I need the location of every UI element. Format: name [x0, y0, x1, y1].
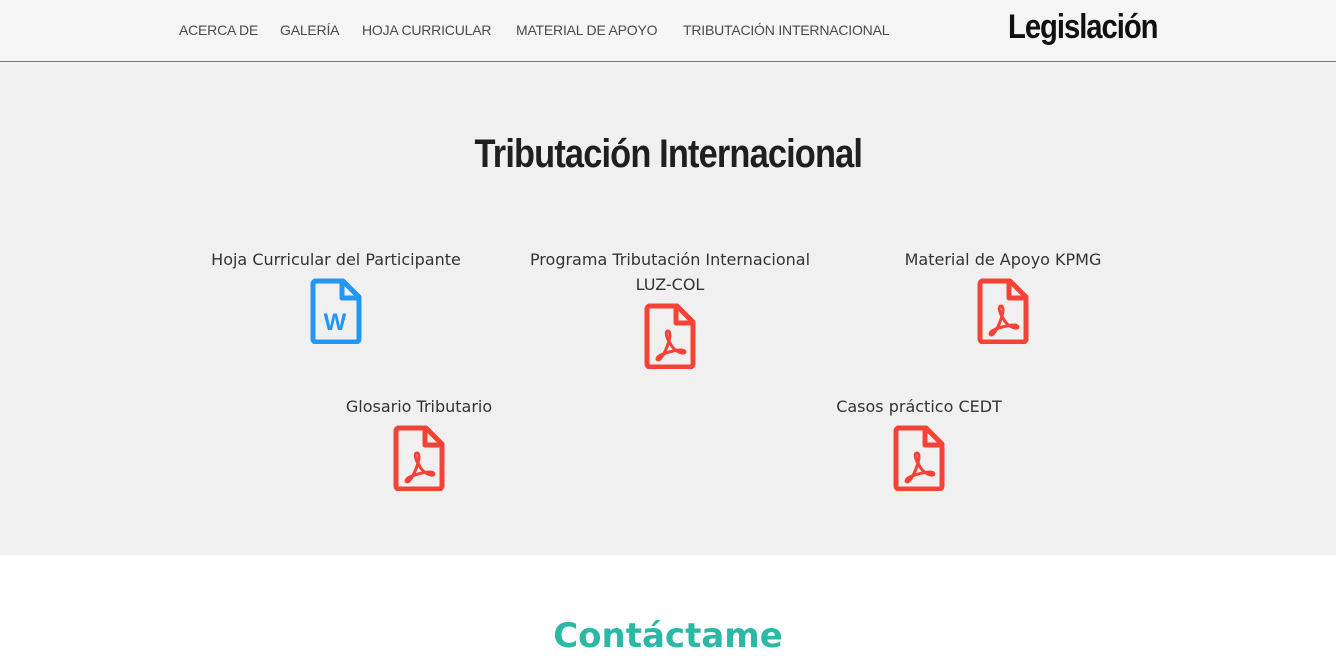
document-link[interactable]: Material de Apoyo KPMG [873, 247, 1133, 272]
pdf-file-icon[interactable] [893, 425, 945, 491]
nav-item-tributacion-internacional[interactable]: TRIBUTACIÓN INTERNACIONAL [683, 22, 890, 38]
word-file-icon[interactable]: W [310, 278, 362, 344]
svg-text:W: W [324, 309, 347, 336]
nav-item-hoja-curricular[interactable]: HOJA CURRICULAR [362, 22, 491, 38]
document-link[interactable]: Hoja Curricular del Participante [206, 247, 466, 272]
document-link[interactable]: Programa Tributación Internacional LUZ-C… [520, 247, 820, 297]
pdf-file-icon[interactable] [977, 278, 1029, 344]
tributacion-section: Tributación Internacional Hoja Curricula… [0, 62, 1336, 555]
document-link[interactable]: Casos práctico CEDT [809, 394, 1029, 419]
pdf-file-icon[interactable] [393, 425, 445, 491]
pdf-file-icon[interactable] [644, 303, 696, 369]
document-link[interactable]: Glosario Tributario [309, 394, 529, 419]
document-item: Glosario Tributario [309, 394, 529, 491]
top-navigation-bar: ACERCA DE GALERÍA HOJA CURRICULAR MATERI… [0, 0, 1336, 62]
document-item: Hoja Curricular del Participante W [206, 247, 466, 344]
document-item: Casos práctico CEDT [809, 394, 1029, 491]
section-title: Tributación Internacional [0, 132, 1336, 177]
document-item: Material de Apoyo KPMG [873, 247, 1133, 344]
nav-item-galeria[interactable]: GALERÍA [280, 22, 339, 38]
brand-title[interactable]: Legislación [1008, 8, 1159, 47]
nav-item-material-de-apoyo[interactable]: MATERIAL DE APOYO [516, 22, 658, 38]
contact-heading: Contáctame [553, 616, 783, 656]
document-item: Programa Tributación Internacional LUZ-C… [520, 247, 820, 369]
nav-item-acerca-de[interactable]: ACERCA DE [179, 22, 258, 38]
section-title-text: Tributación Internacional [474, 132, 862, 176]
